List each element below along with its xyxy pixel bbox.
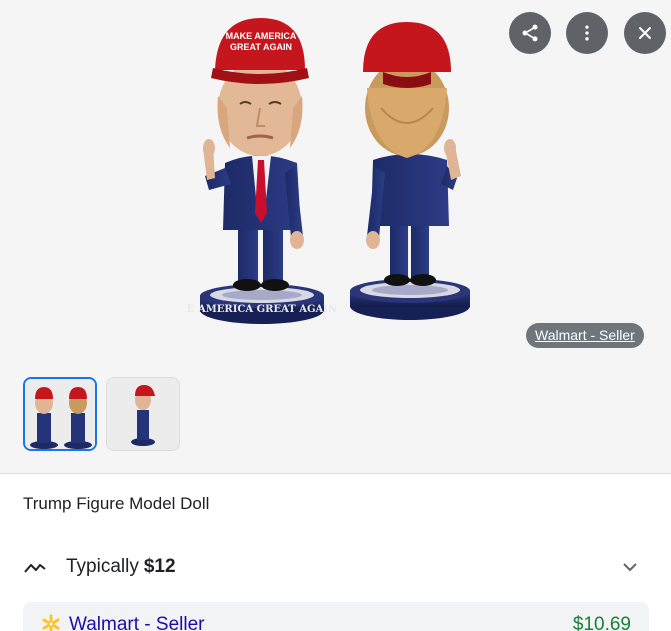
- close-button[interactable]: [624, 12, 666, 54]
- front-figure: E AMERICA GREAT AGAIN MAKE AMERICA GREAT…: [187, 18, 337, 324]
- typical-price-label: Typically: [66, 556, 139, 577]
- product-title: Trump Figure Model Doll: [23, 494, 210, 513]
- thumbnail-image: [107, 378, 179, 450]
- image-viewer: E AMERICA GREAT AGAIN MAKE AMERICA GREAT…: [0, 0, 671, 474]
- more-vert-icon: [585, 25, 589, 41]
- trending-icon: [24, 564, 46, 573]
- walmart-spark-icon: [42, 614, 60, 631]
- product-image[interactable]: E AMERICA GREAT AGAIN MAKE AMERICA GREAT…: [185, 8, 485, 360]
- share-button[interactable]: [509, 12, 551, 54]
- typical-price-row[interactable]: Typically $12: [23, 551, 648, 583]
- image-source-link[interactable]: Walmart - Seller: [526, 323, 644, 348]
- typical-price-value: $12: [143, 556, 176, 577]
- share-icon: [522, 24, 538, 42]
- thumbnail-side[interactable]: [106, 377, 180, 451]
- close-icon: [639, 27, 651, 39]
- more-options-button[interactable]: [566, 12, 608, 54]
- hat-text-line-1: MAKE AMERICA: [226, 31, 297, 41]
- thumbnail-image: [25, 379, 95, 449]
- seller-name[interactable]: Walmart - Seller: [69, 614, 204, 631]
- thumbnail-front-back[interactable]: [23, 377, 97, 451]
- chevron-down-icon[interactable]: [618, 555, 642, 579]
- offer-row[interactable]: Walmart - Seller $10.69: [23, 602, 649, 631]
- seller-price: $10.69: [572, 614, 631, 631]
- hat-text-line-2: GREAT AGAIN: [230, 42, 292, 52]
- base-text: E AMERICA GREAT AGAIN: [187, 304, 337, 315]
- back-figure: [350, 22, 470, 320]
